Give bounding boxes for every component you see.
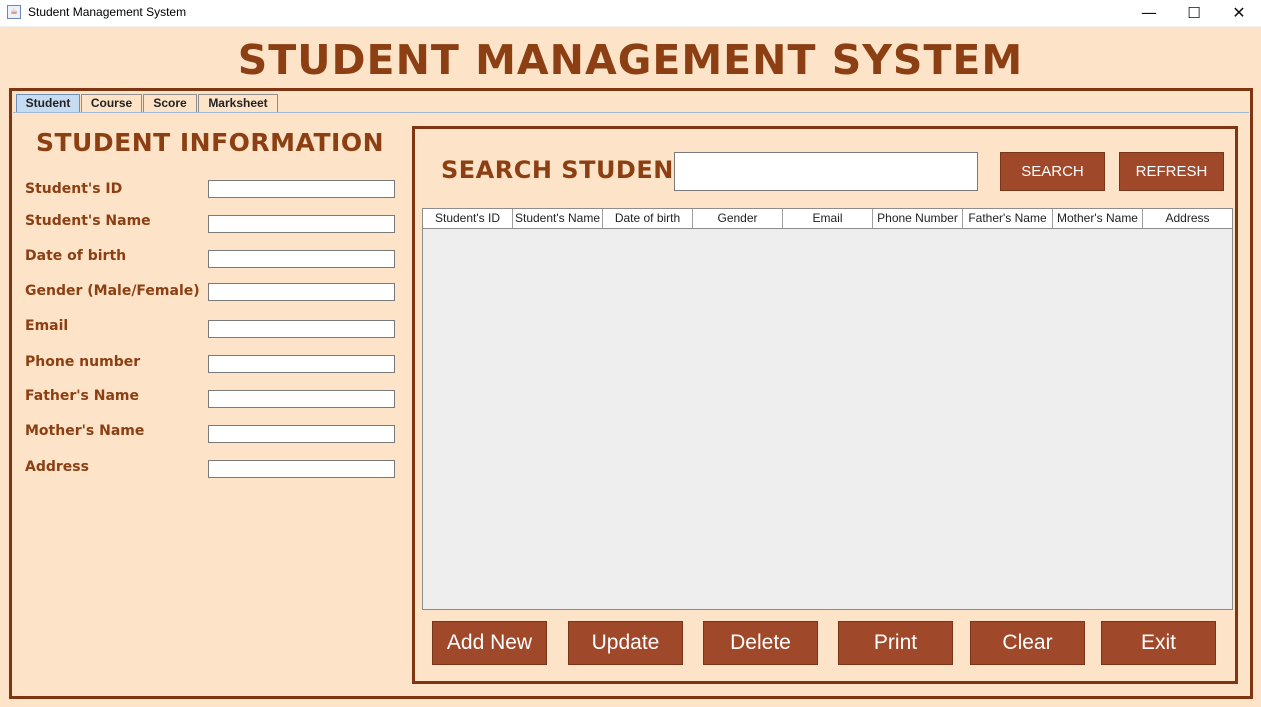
- fathers-name-field[interactable]: [208, 390, 395, 408]
- maximize-button[interactable]: ☐: [1171, 0, 1217, 26]
- tab-student[interactable]: Student: [16, 94, 80, 112]
- student-id-label: Student's ID: [25, 181, 123, 197]
- fathers-name-label: Father's Name: [25, 388, 139, 404]
- delete-button[interactable]: Delete: [703, 621, 818, 665]
- phone-number-label: Phone number: [25, 354, 141, 370]
- column-header-mothers-name[interactable]: Mother's Name: [1053, 209, 1143, 228]
- phone-number-field[interactable]: [208, 355, 395, 373]
- students-table[interactable]: Student's ID Student's Name Date of birt…: [422, 208, 1233, 610]
- student-name-label: Student's Name: [25, 213, 151, 229]
- search-button[interactable]: SEARCH: [1000, 152, 1105, 191]
- date-of-birth-field[interactable]: [208, 250, 395, 268]
- search-student-title: SEARCH STUDENT: [441, 156, 691, 184]
- tab-score[interactable]: Score: [143, 94, 197, 112]
- column-header-gender[interactable]: Gender: [693, 209, 783, 228]
- address-label: Address: [25, 459, 89, 475]
- minimize-button[interactable]: —: [1126, 0, 1172, 26]
- address-field[interactable]: [208, 460, 395, 478]
- gender-label: Gender (Male/Female): [25, 283, 200, 299]
- gender-field[interactable]: [208, 283, 395, 301]
- update-button[interactable]: Update: [568, 621, 683, 665]
- table-header: Student's ID Student's Name Date of birt…: [423, 209, 1232, 229]
- refresh-button[interactable]: REFRESH: [1119, 152, 1224, 191]
- window-titlebar: ☕ Student Management System — ☐ ✕: [0, 0, 1261, 27]
- column-header-phone-number[interactable]: Phone Number: [873, 209, 963, 228]
- tab-marksheet[interactable]: Marksheet: [198, 94, 278, 112]
- student-name-field[interactable]: [208, 215, 395, 233]
- mothers-name-label: Mother's Name: [25, 423, 145, 439]
- window-title: Student Management System: [28, 5, 187, 19]
- student-information-title: STUDENT INFORMATION: [36, 128, 384, 157]
- student-id-field[interactable]: [208, 180, 395, 198]
- column-header-fathers-name[interactable]: Father's Name: [963, 209, 1053, 228]
- clear-button[interactable]: Clear: [970, 621, 1085, 665]
- column-header-date-of-birth[interactable]: Date of birth: [603, 209, 693, 228]
- column-header-student-id[interactable]: Student's ID: [423, 209, 513, 228]
- column-header-student-name[interactable]: Student's Name: [513, 209, 603, 228]
- close-button[interactable]: ✕: [1216, 0, 1261, 26]
- column-header-address[interactable]: Address: [1143, 209, 1232, 228]
- column-header-email[interactable]: Email: [783, 209, 873, 228]
- java-icon: ☕: [7, 5, 21, 19]
- exit-button[interactable]: Exit: [1101, 621, 1216, 665]
- tab-course[interactable]: Course: [81, 94, 142, 112]
- print-button[interactable]: Print: [838, 621, 953, 665]
- email-label: Email: [25, 318, 69, 334]
- date-of-birth-label: Date of birth: [25, 248, 127, 264]
- page-title: STUDENT MANAGEMENT SYSTEM: [237, 36, 1024, 84]
- search-input[interactable]: [674, 152, 978, 191]
- email-field[interactable]: [208, 320, 395, 338]
- add-new-button[interactable]: Add New: [432, 621, 547, 665]
- mothers-name-field[interactable]: [208, 425, 395, 443]
